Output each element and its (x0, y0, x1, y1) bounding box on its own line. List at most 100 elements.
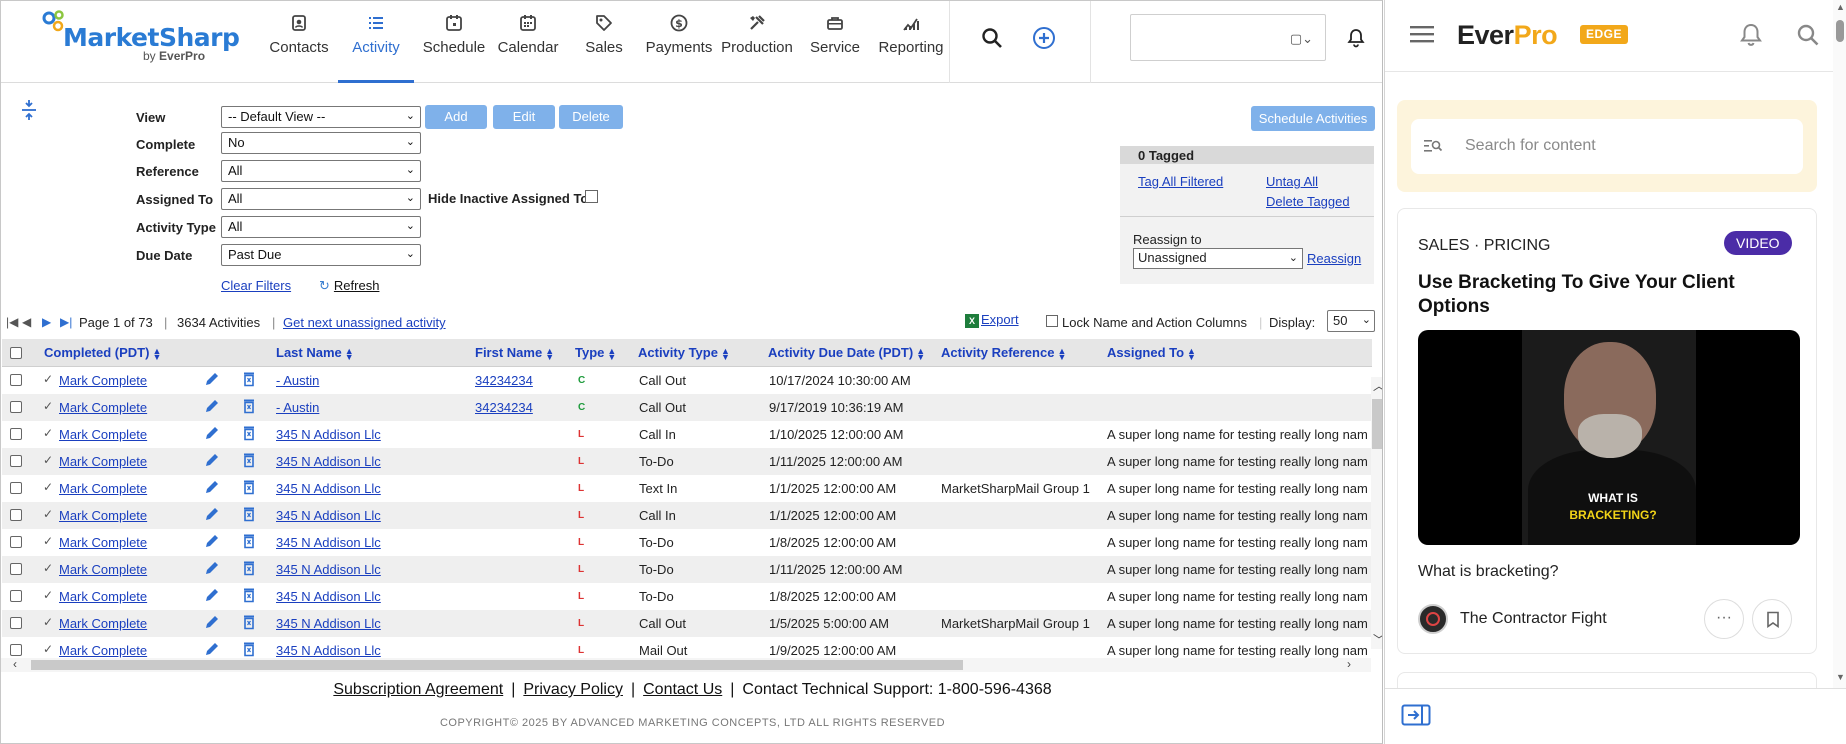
edit-pencil-icon[interactable] (204, 479, 220, 495)
reassign-select[interactable]: Unassigned ⌄ (1133, 248, 1303, 269)
edit-pencil-icon[interactable] (204, 641, 220, 657)
reassign-link[interactable]: Reassign (1307, 251, 1361, 266)
delete-trash-icon[interactable] (243, 479, 255, 495)
row-checkbox[interactable] (10, 590, 22, 602)
col-reference[interactable]: Activity Reference ▲ ▼ (941, 345, 1066, 361)
display-count-select[interactable]: 50 ⌄ (1327, 310, 1375, 332)
mark-complete-link[interactable]: Mark Complete (59, 535, 147, 550)
mark-complete-link[interactable]: Mark Complete (59, 643, 147, 658)
last-name-link[interactable]: 345 N Addison Llc (276, 589, 381, 604)
activity-type-select[interactable]: All ⌄ (221, 216, 421, 238)
nav-sales[interactable]: Sales (575, 1, 633, 83)
row-checkbox[interactable] (10, 482, 22, 494)
video-thumbnail[interactable]: WHAT IS BRACKETING? (1418, 330, 1800, 545)
schedule-activities-button[interactable]: Schedule Activities (1251, 106, 1375, 131)
delete-trash-icon[interactable] (243, 533, 255, 549)
last-name-link[interactable]: 345 N Addison Llc (276, 643, 381, 658)
row-checkbox[interactable] (10, 563, 22, 575)
last-name-link[interactable]: 345 N Addison Llc (276, 481, 381, 496)
next-page-icon[interactable]: ▶ (42, 315, 51, 329)
tag-all-filtered-link[interactable]: Tag All Filtered (1138, 174, 1223, 189)
table-horizontal-scrollbar[interactable]: ‹ › (1, 657, 1371, 672)
delete-trash-icon[interactable] (243, 371, 255, 387)
edit-pencil-icon[interactable] (204, 452, 220, 468)
delete-trash-icon[interactable] (243, 614, 255, 630)
privacy-policy-link[interactable]: Privacy Policy (523, 681, 623, 698)
delete-trash-icon[interactable] (243, 506, 255, 522)
bell-icon[interactable] (1739, 22, 1763, 48)
search-icon[interactable] (979, 25, 1005, 51)
contact-us-link[interactable]: Contact Us (643, 681, 722, 698)
table-vertical-scrollbar[interactable]: ︿ ﹀ (1371, 377, 1382, 649)
expand-panel-icon[interactable] (1401, 704, 1431, 726)
row-checkbox[interactable] (10, 644, 22, 656)
edit-button[interactable]: Edit (493, 105, 555, 129)
row-checkbox[interactable] (10, 455, 22, 467)
nav-schedule[interactable]: Schedule (421, 1, 487, 83)
edit-pencil-icon[interactable] (204, 587, 220, 603)
untag-all-link[interactable]: Untag All (1266, 174, 1318, 189)
scroll-up-icon[interactable]: ︿ (1373, 377, 1382, 394)
scroll-left-icon[interactable]: ‹ (13, 657, 17, 671)
select-all-checkbox[interactable] (10, 347, 22, 359)
scroll-thumb[interactable] (1836, 20, 1844, 42)
edit-pencil-icon[interactable] (204, 398, 220, 414)
nav-calendar[interactable]: Calendar (495, 1, 561, 83)
col-assigned-to[interactable]: Assigned To ▲ ▼ (1107, 345, 1196, 361)
col-due-date[interactable]: Activity Due Date (PDT) ▲ ▼ (768, 345, 925, 361)
scroll-thumb[interactable] (31, 660, 963, 670)
add-button[interactable]: Add (425, 105, 487, 129)
mark-complete-link[interactable]: Mark Complete (59, 508, 147, 523)
nav-reporting[interactable]: Reporting (873, 1, 949, 83)
hide-inactive-checkbox[interactable] (585, 190, 598, 203)
marketsharp-logo[interactable]: MarketSharp by EverPro (39, 9, 240, 69)
last-name-link[interactable]: 345 N Addison Llc (276, 562, 381, 577)
delete-trash-icon[interactable] (243, 560, 255, 576)
content-search-input[interactable]: Search for content (1411, 119, 1803, 174)
row-checkbox[interactable] (10, 536, 22, 548)
nav-payments[interactable]: $ Payments (641, 1, 717, 83)
last-name-link[interactable]: 345 N Addison Llc (276, 508, 381, 523)
export-link[interactable]: X Export (965, 312, 1019, 328)
delete-tagged-link[interactable]: Delete Tagged (1266, 194, 1350, 209)
hamburger-menu-icon[interactable] (1409, 24, 1435, 44)
nav-service[interactable]: Service (805, 1, 865, 83)
col-first-name[interactable]: First Name ▲ ▼ (475, 345, 554, 361)
mark-complete-link[interactable]: Mark Complete (59, 373, 147, 388)
col-type[interactable]: Type ▲ ▼ (575, 345, 616, 361)
assigned-to-select[interactable]: All ⌄ (221, 188, 421, 210)
panel-scrollbar[interactable]: ▲ ▼ (1833, 0, 1846, 690)
bookmark-button[interactable] (1752, 599, 1792, 639)
col-last-name[interactable]: Last Name ▲ ▼ (276, 345, 354, 361)
lock-columns-checkbox[interactable] (1046, 315, 1058, 327)
row-checkbox[interactable] (10, 509, 22, 521)
more-options-button[interactable]: ··· (1704, 599, 1744, 639)
row-checkbox[interactable] (10, 401, 22, 413)
last-name-link[interactable]: 345 N Addison Llc (276, 535, 381, 550)
last-name-link[interactable]: 345 N Addison Llc (276, 616, 381, 631)
delete-trash-icon[interactable] (243, 425, 255, 441)
first-name-link[interactable]: 34234234 (475, 400, 533, 415)
scroll-down-icon[interactable]: ﹀ (1373, 631, 1382, 648)
reference-select[interactable]: All ⌄ (221, 160, 421, 182)
last-name-link[interactable]: 345 N Addison Llc (276, 427, 381, 442)
first-page-icon[interactable]: |◀ (6, 315, 18, 329)
row-checkbox[interactable] (10, 374, 22, 386)
subscription-agreement-link[interactable]: Subscription Agreement (333, 681, 503, 698)
edit-pencil-icon[interactable] (204, 371, 220, 387)
clear-filters-link[interactable]: Clear Filters (221, 278, 291, 293)
add-circle-icon[interactable] (1031, 25, 1057, 51)
nav-activity[interactable]: Activity (338, 1, 414, 83)
mark-complete-link[interactable]: Mark Complete (59, 400, 147, 415)
col-completed[interactable]: Completed (PDT) ▲ ▼ (44, 345, 161, 361)
delete-trash-icon[interactable] (243, 641, 255, 657)
get-next-unassigned-link[interactable]: Get next unassigned activity (283, 315, 446, 330)
mark-complete-link[interactable]: Mark Complete (59, 589, 147, 604)
col-activity-type[interactable]: Activity Type ▲ ▼ (638, 345, 730, 361)
edit-pencil-icon[interactable] (204, 533, 220, 549)
card-title[interactable]: Use Bracketing To Give Your Client Optio… (1418, 271, 1803, 319)
last-name-link[interactable]: 345 N Addison Llc (276, 454, 381, 469)
edit-pencil-icon[interactable] (204, 560, 220, 576)
edit-pencil-icon[interactable] (204, 506, 220, 522)
search-icon[interactable] (1795, 22, 1821, 48)
